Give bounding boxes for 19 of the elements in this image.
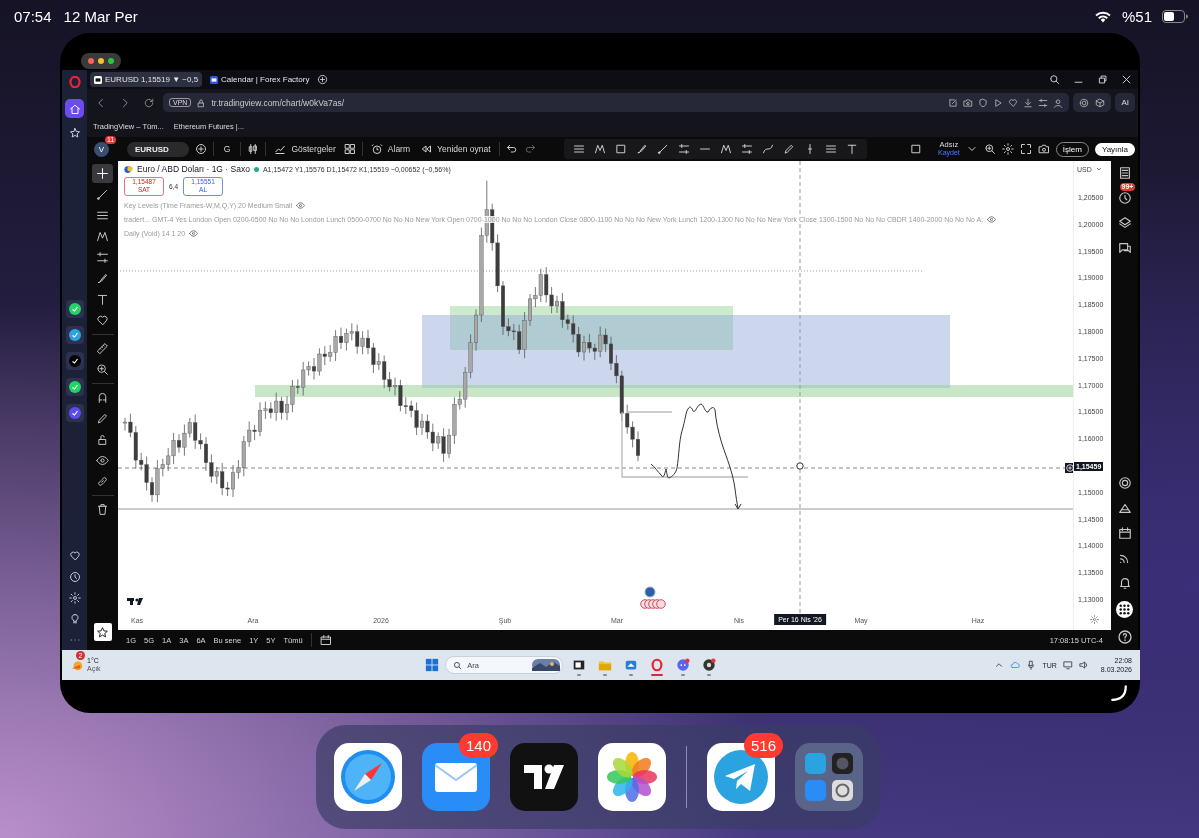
notification-badge: 140 [458,733,498,758]
battery-percent: %51 [1121,8,1152,25]
browser-tab[interactable]: Calendar | Forex Factory [206,72,314,87]
indicators-button[interactable]: Göstergeler [272,143,338,155]
url-text: tr.tradingview.com/chart/w0kVa7as/ [211,97,344,108]
replay-button[interactable]: Yeniden oynat [418,143,493,155]
symbol-search[interactable]: EURUSD [127,141,189,157]
date: 12 Mar Per [63,8,138,25]
ai-button[interactable]: AI [1115,93,1135,112]
browser-tab[interactable]: EURUSD 1,15519 ▼ −0,5 [90,72,203,87]
symbol-title[interactable]: Euro / ABD Doları · 1G · Saxo [137,164,250,174]
clock-time: 07:54 [14,8,52,25]
interval-button[interactable]: G [219,144,235,154]
alert-button[interactable]: Alarm [368,143,413,155]
avatar[interactable]: V [94,141,109,157]
notification-badge: 516 [743,733,783,758]
tab-title: Calendar | Forex Factory [221,75,310,84]
tab-title: EURUSD 1,15519 ▼ −0,5 [105,75,199,84]
publish-button[interactable]: Yayınla [1094,142,1135,156]
